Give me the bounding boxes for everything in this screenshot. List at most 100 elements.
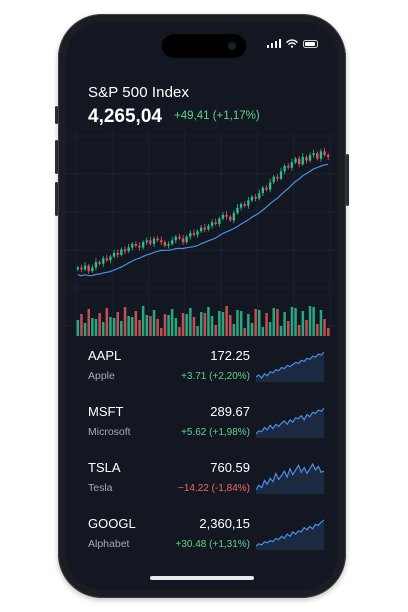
candle-body (185, 236, 188, 243)
stock-row-tsla[interactable]: TSLA Tesla 760.59 −14.22 (-1,84%) (66, 456, 338, 508)
candle-body (301, 156, 304, 165)
volume-bar (276, 309, 279, 336)
volume-bar (254, 309, 257, 336)
candle-body (243, 204, 246, 206)
candle-body (210, 222, 214, 226)
candle-body (225, 214, 228, 217)
dynamic-island (162, 34, 246, 58)
candle-body (214, 222, 217, 224)
volume-bar (87, 309, 90, 336)
stock-row-aapl[interactable]: AAPL Apple 172.25 +3.71 (+2,20%) (66, 344, 338, 396)
volume-bar (243, 328, 246, 336)
candle-body (221, 214, 225, 219)
volume-bar (167, 315, 170, 336)
stock-symbol: AAPL (88, 348, 122, 363)
volume-bar (185, 314, 188, 336)
candle-body (319, 151, 323, 159)
candle-body (152, 238, 156, 244)
volume-bar (232, 324, 236, 336)
candle-body (272, 176, 275, 183)
volume-bar (308, 306, 312, 336)
volume-bar (120, 321, 123, 336)
candlestick-chart[interactable] (66, 126, 338, 336)
stock-name: Alphabet (88, 538, 130, 550)
stock-price: 2,360,15 (199, 516, 250, 531)
power-button (346, 154, 349, 206)
candle-body (105, 258, 108, 261)
volume-bar (181, 313, 185, 336)
phone-frame: S&P 500 Index 4,265,04 +49,41 (+1,17%) A… (55, 14, 349, 598)
status-bar (266, 39, 318, 48)
volume-bar (221, 312, 225, 336)
volume-bar (287, 321, 290, 336)
candle-body (323, 151, 326, 155)
volume-bar (189, 308, 192, 336)
volume-up-button (55, 140, 58, 174)
candle-body (308, 155, 312, 161)
battery-icon (303, 39, 318, 48)
volume-bar (316, 324, 319, 336)
candle-body (316, 153, 319, 159)
volume-bar (305, 320, 308, 336)
volume-bar (210, 316, 214, 336)
camera-icon (228, 42, 236, 50)
candle-body (94, 262, 98, 268)
stock-row-msft[interactable]: MSFT Microsoft 289.67 +5.62 (+1,98%) (66, 400, 338, 452)
volume-bar (145, 315, 148, 336)
stock-symbol: TSLA (88, 460, 121, 475)
volume-bar (192, 317, 196, 336)
candle-body (298, 158, 301, 165)
stock-symbol: GOOGL (88, 516, 136, 531)
candle-body (174, 236, 177, 241)
volume-bar (112, 318, 116, 336)
signal-icon (266, 39, 281, 48)
volume-bar (214, 325, 217, 336)
stock-name: Microsoft (88, 426, 131, 438)
volume-bar (319, 310, 323, 336)
home-indicator[interactable] (150, 576, 254, 580)
candle-body (269, 182, 272, 190)
volume-bar (323, 319, 326, 336)
candle-body (247, 200, 250, 206)
candle-body (305, 156, 308, 161)
candle-body (127, 247, 130, 252)
volume-bar (131, 317, 134, 336)
index-change: +49,41 (+1,17%) (174, 110, 260, 122)
candle-body (258, 193, 261, 199)
volume-bar (203, 313, 207, 336)
sparkline-aapl (256, 351, 324, 382)
candle-body (83, 265, 87, 270)
volume-bar (76, 320, 80, 336)
candle-body (189, 233, 192, 237)
candle-body (250, 196, 254, 201)
candle-body (261, 187, 264, 194)
candle-body (112, 253, 116, 257)
candle-body (200, 227, 203, 232)
candle-body (171, 240, 174, 244)
volume-bar (109, 317, 112, 336)
volume-bar (261, 327, 265, 336)
volume-bar (279, 326, 283, 336)
volume-bar (80, 314, 83, 336)
volume-bar (141, 306, 145, 336)
candle-body (87, 265, 90, 272)
stock-row-googl[interactable]: GOOGL Alphabet 2,360,15 +30.48 (+1,31%) (66, 512, 338, 564)
volume-bar (196, 326, 199, 336)
candle-body (276, 176, 279, 179)
volume-bar (138, 320, 141, 336)
volume-bar (312, 307, 315, 336)
candle-body (283, 165, 286, 172)
volume-bar (102, 322, 105, 336)
candle-body (218, 218, 221, 224)
volume-bar (160, 328, 163, 336)
candle-body (312, 153, 315, 156)
candle-body (138, 245, 141, 248)
candle-body (76, 267, 79, 270)
volume-bar (327, 328, 330, 336)
volume-bar (83, 323, 87, 336)
stock-price: 172.25 (210, 348, 250, 363)
stock-change: +3.71 (+2,20%) (181, 371, 250, 382)
volume-bar (268, 322, 272, 336)
stock-change: +5.62 (+1,98%) (181, 427, 250, 438)
candle-body (156, 238, 159, 241)
